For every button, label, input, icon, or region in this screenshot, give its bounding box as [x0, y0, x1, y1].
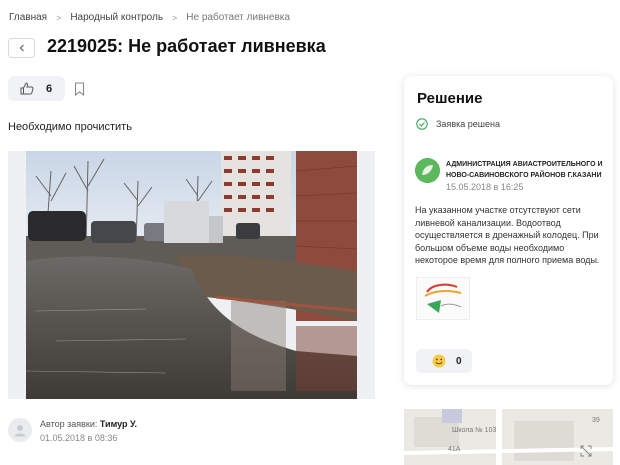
breadcrumb-section[interactable]: Народный контроль [70, 12, 163, 23]
map-label-39: 39 [592, 417, 600, 424]
status-text: Заявка решена [436, 119, 500, 129]
author-name[interactable]: Тимур У. [100, 419, 137, 429]
breadcrumb-current: Не работает ливневка [186, 12, 290, 23]
reaction-button[interactable]: 0 [416, 349, 472, 373]
thumbs-up-icon [20, 82, 34, 95]
request-description: Необходимо прочистить [8, 121, 132, 133]
map-label-41a: 41А [448, 446, 461, 453]
solution-card: Решение Заявка решена АДМИНИСТРАЦИЯ АВИА… [404, 76, 613, 385]
user-icon [14, 425, 26, 437]
solution-attachment[interactable] [416, 277, 470, 320]
reaction-count: 0 [456, 355, 462, 367]
expand-icon[interactable] [580, 445, 592, 457]
page-title: 2219025: Не работает ливневка [47, 36, 326, 56]
solution-title: Решение [417, 90, 483, 107]
status-row: Заявка решена [416, 118, 500, 130]
photo-gallery[interactable] [8, 151, 375, 399]
chevron-left-icon [19, 44, 24, 52]
author-line: Автор заявки: Тимур У. [40, 419, 137, 429]
solution-text: На указанном участке отсутствуют сети ли… [415, 205, 600, 265]
location-map[interactable]: Школа № 103 41А 39 [404, 409, 613, 465]
map-label-school: Школа № 103 [452, 427, 497, 434]
breadcrumb: Главная > Народный контроль > Не работае… [9, 12, 290, 23]
breadcrumb-home[interactable]: Главная [9, 12, 47, 23]
like-button[interactable]: 6 [8, 76, 65, 101]
chevron-right-icon: > [56, 12, 62, 23]
request-photo[interactable] [26, 151, 357, 399]
solution-date: 15.05.2018 в 16:25 [446, 182, 524, 192]
org-logo [415, 158, 440, 183]
org-name[interactable]: АДМИНИСТРАЦИЯ АВИАСТРОИТЕЛЬНОГО И НОВО-С… [446, 159, 608, 181]
check-circle-icon [416, 118, 428, 130]
back-button[interactable] [8, 38, 35, 58]
smile-icon [432, 354, 446, 368]
author-date: 01.05.2018 в 08:36 [40, 433, 118, 443]
avatar [8, 418, 32, 442]
bookmark-icon[interactable] [74, 82, 85, 96]
author-label: Автор заявки: [40, 419, 98, 429]
like-count: 6 [46, 82, 53, 95]
chevron-right-icon: > [172, 12, 178, 23]
